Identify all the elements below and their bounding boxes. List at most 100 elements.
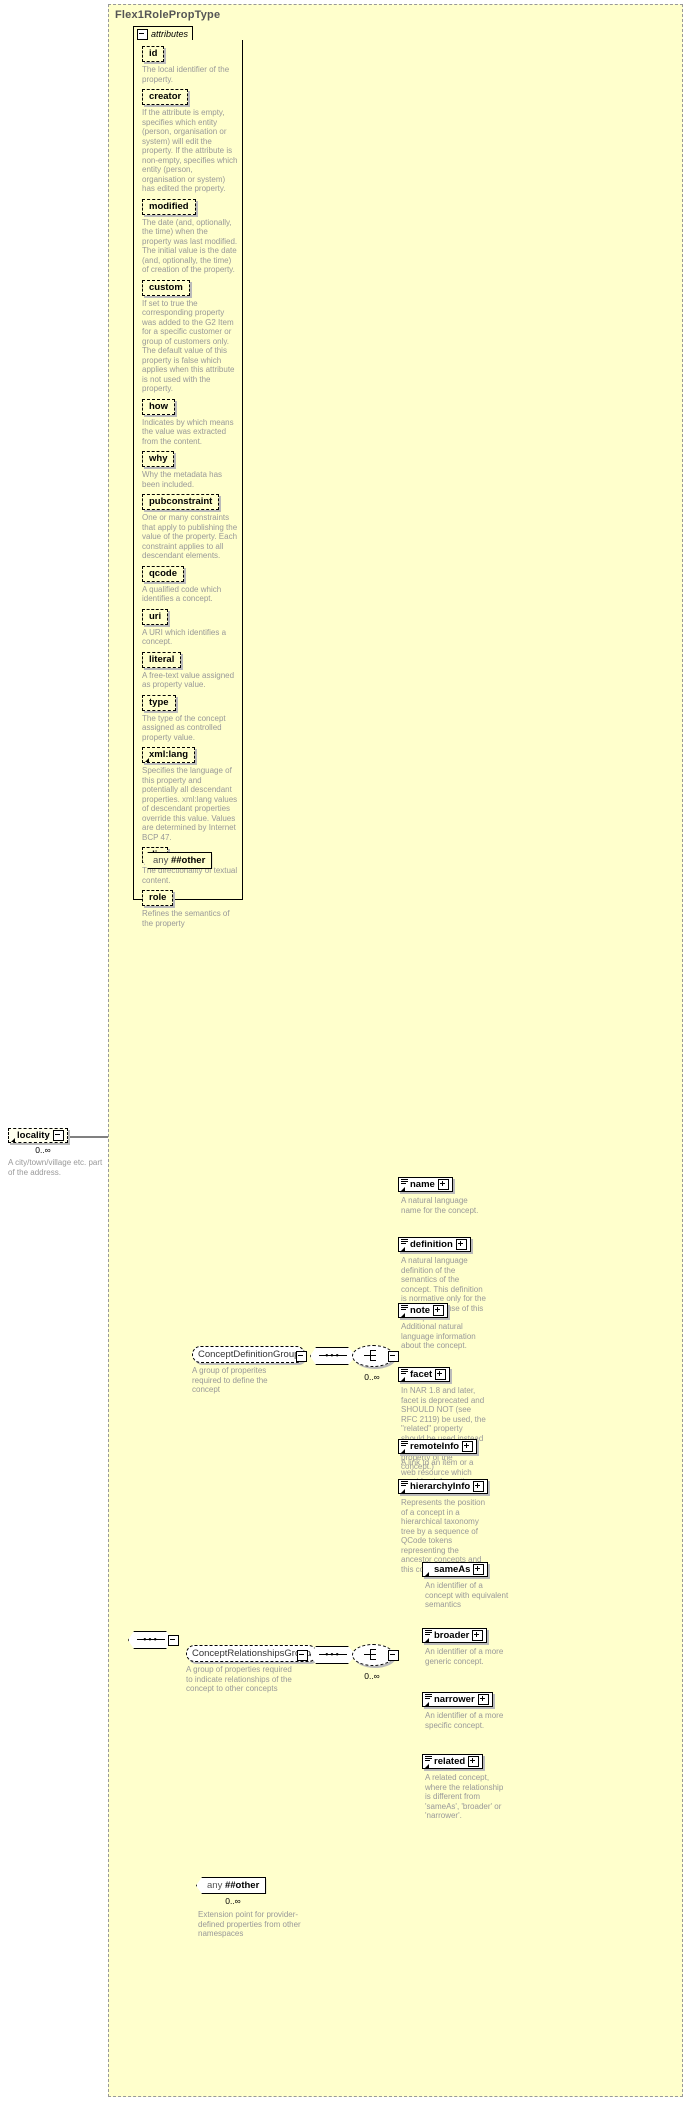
collapse-icon[interactable] (137, 28, 148, 40)
attribute-chip-uri[interactable]: uri (142, 608, 169, 625)
attribute-row: pubconstraint One or many constraints tha… (142, 494, 238, 561)
element-chip-remoteInfo[interactable]: remoteInfo (398, 1439, 478, 1454)
locality-description: A city/town/village etc. part of the add… (8, 1158, 103, 1177)
element-label: definition (410, 1239, 453, 1250)
element-chip-sameAs[interactable]: sameAs (422, 1562, 489, 1577)
main-sequence-icon[interactable]: ••• (128, 1631, 179, 1652)
attribute-chip-modified[interactable]: modified (142, 198, 196, 215)
attribute-description: Indicates by which means the value was e… (142, 417, 234, 446)
expand-icon[interactable] (473, 1481, 485, 1492)
crg-sequence-icon[interactable]: ••• (310, 1646, 356, 1667)
element-label: broader (434, 1630, 470, 1641)
cdg-occurs: 0..∞ (364, 1372, 380, 1382)
expand-icon[interactable] (433, 1305, 445, 1316)
list-icon (401, 1179, 408, 1186)
list-icon (425, 1630, 432, 1637)
attribute-chip-qcode[interactable]: qcode (142, 565, 184, 582)
attribute-chip-literal[interactable]: literal (142, 651, 182, 668)
any-namespace: ##other (224, 1880, 260, 1891)
bottom-any-wildcard[interactable]: any ##other 0..∞ Extension point for pro… (196, 1877, 306, 1939)
element-node: hierarchyInfo Represents the position of … (398, 1479, 489, 1574)
attributes-compartment: id The local identifier of the property. c… (133, 40, 243, 928)
collapse-icon[interactable] (52, 1130, 64, 1141)
attribute-description: The date (and, optionally, the time) whe… (142, 217, 238, 275)
reference-arrow-icon (425, 1764, 429, 1768)
concept-relationships-group[interactable]: ConceptRelationshipsGroup A group of pro… (186, 1645, 317, 1694)
element-description: An identifier of a more specific concept… (425, 1711, 504, 1730)
locality-element[interactable]: locality 0..∞ A city/town/village etc. p… (8, 1128, 108, 1177)
attribute-description: The local identifier of the property. (142, 65, 230, 84)
element-description: An identifier of a concept with equivale… (425, 1581, 509, 1609)
crg-choice-icon[interactable]: 0..∞ (352, 1644, 399, 1681)
expand-icon[interactable] (473, 1564, 485, 1575)
cdg-chip[interactable]: ConceptDefinitionGroup (192, 1346, 306, 1363)
element-chip-hierarchyInfo[interactable]: hierarchyInfo (398, 1479, 489, 1494)
element-node: sameAs An identifier of a concept with eq… (422, 1562, 511, 1610)
attribute-chip-custom[interactable]: custom (142, 279, 190, 296)
element-label: related (434, 1756, 466, 1767)
list-icon (425, 1694, 432, 1701)
expand-icon[interactable] (468, 1756, 480, 1767)
expand-icon[interactable] (455, 1239, 467, 1250)
cdg-label: ConceptDefinitionGroup (198, 1349, 300, 1360)
attribute-chip-role[interactable]: role (142, 890, 174, 906)
list-icon (401, 1481, 408, 1488)
reference-arrow-icon (425, 1572, 429, 1576)
element-label: narrower (434, 1694, 475, 1705)
expand-icon[interactable] (462, 1441, 474, 1452)
cdg-choice-icon[interactable]: 0..∞ (352, 1345, 399, 1382)
attribute-chip-how[interactable]: how (142, 398, 175, 415)
element-chip-name[interactable]: name (398, 1177, 453, 1192)
attribute-chip-pubconstraint[interactable]: pubconstraint (142, 494, 220, 510)
element-label: sameAs (434, 1564, 471, 1575)
collapse-icon[interactable] (296, 1351, 307, 1362)
element-node: related A related concept, where the rela… (422, 1754, 511, 1821)
attribute-row: uri A URI which identifies a concept. (142, 608, 238, 647)
crg-occurs: 0..∞ (364, 1671, 380, 1681)
attribute-description: Refines the semantics of the property (142, 909, 230, 928)
attribute-chip-type[interactable]: type (142, 694, 176, 711)
element-node: note Additional natural language informat… (398, 1303, 487, 1351)
collapse-icon[interactable] (297, 1650, 308, 1661)
attribute-description: If the attribute is empty, specifies whi… (142, 108, 238, 193)
element-chip-narrower[interactable]: narrower (422, 1692, 493, 1707)
element-label: remoteInfo (410, 1441, 460, 1452)
attribute-chip-why[interactable]: why (142, 451, 175, 467)
attribute-any-wildcard[interactable]: any ##other (142, 852, 213, 869)
element-node: broader An identifier of a more generic c… (422, 1628, 511, 1666)
reference-arrow-icon (401, 1377, 405, 1381)
element-chip-related[interactable]: related (422, 1754, 484, 1769)
attribute-chip-id[interactable]: id (142, 46, 165, 62)
attribute-chip-xml-lang[interactable]: xml:lang (142, 747, 196, 763)
element-chip-note[interactable]: note (398, 1303, 449, 1318)
attribute-row: id The local identifier of the property. (142, 46, 238, 84)
any-label: any (207, 1880, 223, 1891)
expand-icon[interactable] (435, 1369, 447, 1380)
bottom-any-chip[interactable]: any ##other (196, 1877, 267, 1894)
concept-definition-group[interactable]: ConceptDefinitionGroup A group of proper… (192, 1346, 307, 1395)
expand-icon[interactable] (437, 1179, 449, 1190)
crg-label: ConceptRelationshipsGroup (192, 1648, 311, 1659)
element-chip-broader[interactable]: broader (422, 1628, 488, 1643)
list-icon (425, 1756, 432, 1763)
attributes-label: attributes (151, 29, 189, 39)
bottom-any-occurs: 0..∞ (225, 1896, 241, 1906)
locality-chip[interactable]: locality (8, 1128, 68, 1143)
expand-icon[interactable] (472, 1630, 484, 1641)
expand-icon[interactable] (477, 1694, 489, 1705)
list-icon (401, 1305, 408, 1312)
page-title: Flex1RolePropType (115, 9, 221, 21)
attribute-description: Why the metadata has been included. (142, 470, 223, 489)
reference-arrow-icon (401, 1247, 405, 1251)
any-namespace: ##other (170, 855, 206, 866)
attributes-compartment-tab[interactable]: attributes (133, 26, 193, 41)
attribute-row: role Refines the semantics of the propert… (142, 890, 238, 928)
attribute-chip-creator[interactable]: creator (142, 89, 189, 105)
element-chip-facet[interactable]: facet (398, 1367, 451, 1382)
element-chip-definition[interactable]: definition (398, 1237, 471, 1252)
element-node: name A natural language name for the conc… (398, 1177, 487, 1215)
attribute-row: how Indicates by which means the value wa… (142, 398, 238, 447)
attribute-row: xml:lang Specifies the language of this p… (142, 747, 238, 842)
cdg-sequence-icon[interactable]: ••• (310, 1347, 356, 1368)
attribute-row: modified The date (and, optionally, the t… (142, 198, 238, 275)
